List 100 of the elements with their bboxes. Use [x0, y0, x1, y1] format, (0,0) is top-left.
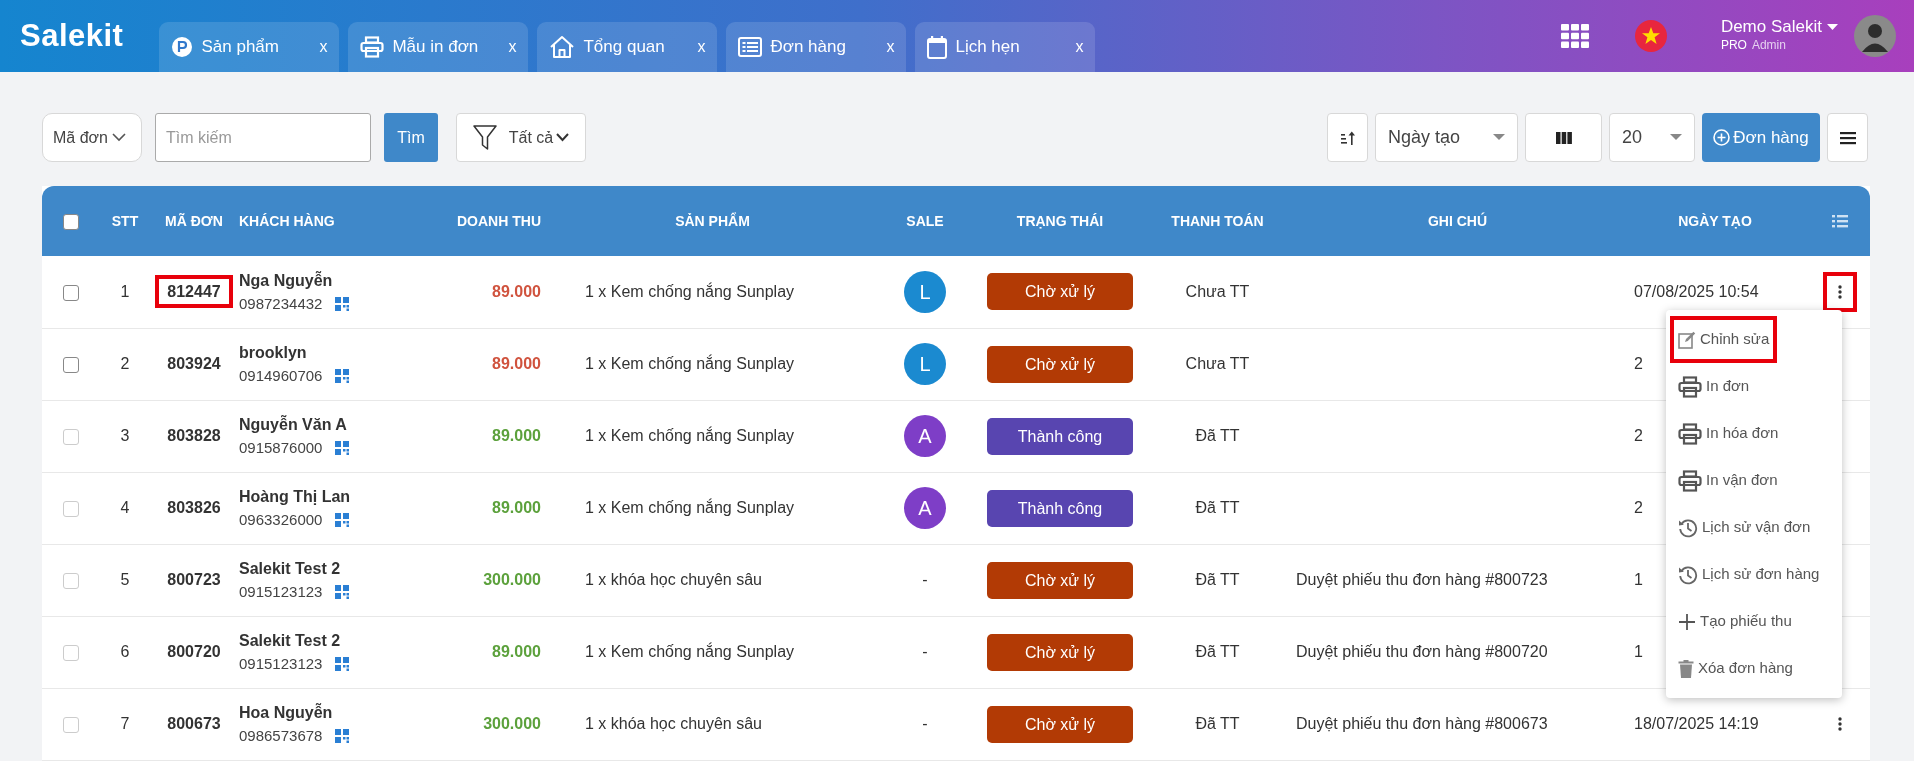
menu-item[interactable]: Xóa đơn hàng: [1670, 645, 1801, 692]
tab[interactable]: Lịch hẹn x: [915, 22, 1096, 72]
payment-status: Đã TT: [1195, 571, 1240, 588]
product-text: 1 x Kem chống nắng Sunplay: [585, 643, 795, 660]
page-size-select[interactable]: 20: [1609, 113, 1695, 162]
edit-icon: [1678, 330, 1696, 349]
product-text: 1 x khóa học chuyên sâu: [585, 715, 762, 732]
logo: Salekit: [20, 16, 124, 55]
column-header: TRẠNG THÁI: [980, 186, 1140, 256]
history-icon: [1678, 564, 1698, 585]
home-icon: [549, 35, 576, 59]
qr-code-icon[interactable]: [335, 729, 350, 743]
note-text: Duyệt phiếu thu đơn hàng #800723: [1296, 571, 1548, 588]
qr-code-icon[interactable]: [335, 657, 350, 671]
phone-number: 0987234432: [239, 293, 323, 314]
plus-circle-icon: [1713, 129, 1731, 146]
created-date: 2: [1634, 355, 1643, 372]
menu-item[interactable]: Lịch sử vận đơn: [1670, 504, 1819, 551]
trash-icon: [1678, 659, 1694, 678]
row-number: 4: [120, 499, 130, 516]
filter-icon: [472, 124, 497, 151]
created-date: 1: [1634, 643, 1643, 660]
menu-button[interactable]: [1827, 113, 1868, 162]
row-number: 3: [120, 427, 130, 444]
flag-icon[interactable]: [1634, 20, 1667, 52]
payment-status: Đã TT: [1195, 715, 1240, 732]
row-checkbox[interactable]: [63, 356, 79, 373]
printer-icon: [360, 36, 385, 58]
close-button[interactable]: x: [319, 35, 328, 59]
created-date: 18/07/2025 14:19: [1634, 715, 1759, 732]
menu-icon: [1839, 130, 1856, 145]
apps-grid-icon[interactable]: [1560, 24, 1589, 48]
column-header: KHÁCH HÀNG: [238, 186, 428, 256]
qr-code-icon[interactable]: [335, 296, 350, 311]
tab[interactable]: Tổng quan x: [537, 22, 718, 72]
sort-button[interactable]: [1327, 113, 1368, 162]
sort-field-select[interactable]: Ngày tạo: [1375, 113, 1518, 162]
qr-code-icon[interactable]: [335, 513, 350, 527]
order-code[interactable]: 803924: [155, 347, 233, 380]
revenue-amount: 89.000: [492, 282, 541, 300]
row-number: 7: [120, 715, 130, 732]
column-header: NGÀY TẠO: [1620, 186, 1810, 256]
menu-item[interactable]: Lịch sử đơn hàng: [1670, 551, 1828, 598]
columns-button[interactable]: [1525, 113, 1602, 162]
row-checkbox[interactable]: [63, 284, 79, 301]
caret-icon: [1827, 23, 1838, 31]
column-header: THANH TOÁN: [1140, 186, 1295, 256]
close-button[interactable]: x: [697, 35, 706, 59]
close-button[interactable]: x: [886, 35, 895, 59]
row-number: 2: [120, 355, 130, 372]
column-header: GHI CHÚ: [1295, 186, 1620, 256]
payment-status: Đã TT: [1195, 427, 1240, 444]
menu-item[interactable]: In đơn: [1670, 363, 1758, 410]
qr-code-icon[interactable]: [335, 585, 350, 599]
created-date: 1: [1634, 571, 1643, 588]
role-label: Admin: [1751, 38, 1786, 53]
select-all-checkbox[interactable]: [63, 213, 79, 230]
status-badge: Chờ xử lý: [987, 273, 1133, 311]
search-button[interactable]: Tìm: [384, 113, 438, 162]
menu-item[interactable]: Chỉnh sửa: [1670, 316, 1778, 363]
customer-name: Nga Nguyễn: [239, 270, 334, 291]
row-number: 5: [120, 571, 130, 588]
tab-label: Tổng quan: [583, 36, 665, 59]
payment-status: Đã TT: [1195, 643, 1240, 660]
status-badge: Chờ xử lý: [987, 633, 1133, 671]
order-code[interactable]: 812447: [155, 274, 233, 308]
qr-code-icon[interactable]: [335, 369, 350, 383]
customer-name: Nguyễn Văn A: [239, 414, 348, 435]
customer-name: Hoa Nguyễn: [239, 702, 334, 723]
product-text: 1 x Kem chống nắng Sunplay: [585, 355, 795, 372]
note-text: Duyệt phiếu thu đơn hàng #800720: [1296, 643, 1548, 660]
sale-text: -: [922, 715, 928, 732]
tab[interactable]: Đơn hàng x: [726, 22, 907, 72]
close-button[interactable]: x: [508, 35, 517, 59]
customer-name: Hoàng Thị Lan: [239, 486, 352, 507]
revenue-amount: 300.000: [483, 715, 541, 732]
row-number: 6: [120, 643, 130, 660]
created-date: 2: [1634, 499, 1643, 516]
menu-item[interactable]: In hóa đơn: [1670, 410, 1787, 457]
status-badge: Chờ xử lý: [987, 345, 1133, 383]
tab[interactable]: Mẫu in đơn x: [348, 22, 529, 72]
revenue-amount: 300.000: [483, 571, 541, 588]
menu-item[interactable]: Tạo phiếu thu: [1670, 598, 1800, 645]
search-by-select[interactable]: Mã đơn: [42, 113, 142, 162]
columns-icon: [1555, 131, 1572, 144]
add-order-button[interactable]: Đơn hàng: [1702, 113, 1820, 162]
column-list-icon[interactable]: [1832, 215, 1848, 229]
menu-item[interactable]: In vận đơn: [1670, 457, 1786, 504]
avatar[interactable]: [1854, 15, 1896, 57]
p-circle-icon: [171, 36, 194, 58]
filter-button[interactable]: Tất cả: [456, 113, 586, 162]
payment-status: Chưa TT: [1185, 355, 1250, 372]
chevron-down-icon: [111, 133, 126, 142]
tab[interactable]: Sản phẩm x: [159, 22, 340, 72]
user-menu[interactable]: Demo Salekit: [1720, 17, 1838, 37]
tab-label: Lịch hẹn: [955, 36, 1020, 59]
close-button[interactable]: x: [1075, 35, 1084, 59]
qr-code-icon[interactable]: [335, 441, 350, 455]
search-field[interactable]: Tìm kiếm: [155, 113, 371, 162]
phone-number: 0986573678: [239, 725, 323, 746]
